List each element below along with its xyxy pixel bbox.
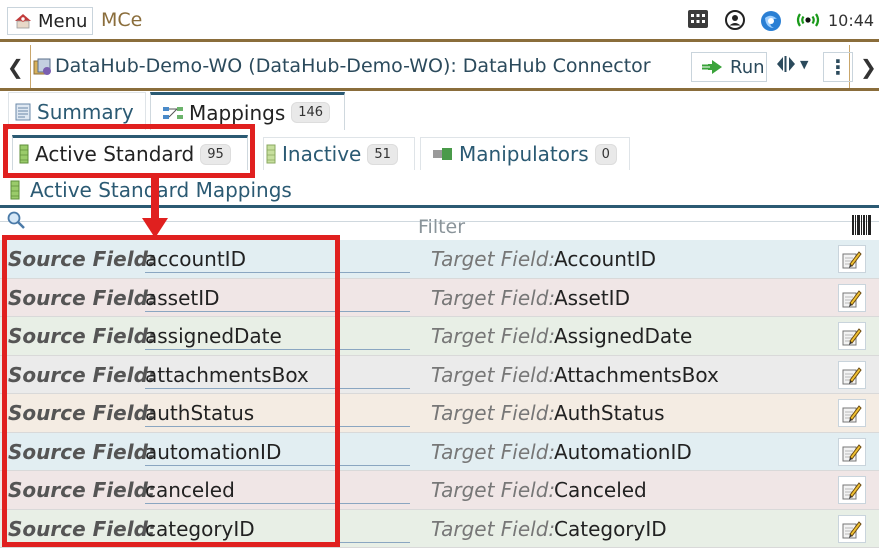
tab-summary-label: Summary xyxy=(37,99,134,124)
edit-pencil-icon xyxy=(842,328,862,346)
user-circle-icon[interactable] xyxy=(725,10,745,30)
annotation-highlight-tab xyxy=(3,124,255,178)
target-field-label: Target Field: xyxy=(431,247,556,271)
target-field-value: AssetID xyxy=(554,285,630,310)
menu-label: Menu xyxy=(38,10,88,32)
target-field-label: Target Field: xyxy=(431,401,556,425)
target-field-label: Target Field: xyxy=(431,285,556,310)
browser-icon[interactable] xyxy=(760,10,782,32)
manipulators-icon xyxy=(433,148,452,160)
tab-manipulators[interactable]: Manipulators 0 xyxy=(420,137,630,170)
edit-mapping-button[interactable] xyxy=(838,322,866,350)
search-icon[interactable] xyxy=(6,210,26,230)
target-field-label: Target Field: xyxy=(431,362,556,387)
grid-icon[interactable] xyxy=(688,10,708,28)
target-field-value: CategoryID xyxy=(554,516,667,541)
target-field-value: AssignedDate xyxy=(554,324,693,348)
annotation-highlight-source-fields xyxy=(2,235,340,547)
record-title: DataHub-Demo-WO (DataHub-Demo-WO): DataH… xyxy=(55,55,651,77)
inactive-icon xyxy=(266,144,276,164)
barcode-scan-icon[interactable] xyxy=(852,215,872,235)
mappings-icon xyxy=(163,106,183,119)
edit-mapping-button[interactable] xyxy=(838,399,866,427)
menu-button[interactable]: Menu xyxy=(7,7,93,35)
target-field-label: Target Field: xyxy=(431,478,556,502)
split-arrows-icon xyxy=(777,56,795,72)
edit-mapping-button[interactable] xyxy=(838,245,866,273)
inactive-count-badge: 51 xyxy=(367,143,398,165)
edit-pencil-icon xyxy=(842,405,862,423)
target-field-label: Target Field: xyxy=(431,439,556,464)
app-title: MCe xyxy=(101,9,143,31)
run-icon xyxy=(702,60,722,74)
back-arrow-icon[interactable]: ❮ xyxy=(7,55,24,79)
edit-pencil-icon xyxy=(842,520,862,538)
edit-mapping-button[interactable] xyxy=(838,283,866,312)
edit-mapping-button[interactable] xyxy=(838,514,866,543)
clock: 10:44 xyxy=(828,11,875,30)
edit-mapping-button[interactable] xyxy=(838,360,866,389)
edit-pencil-icon xyxy=(842,251,862,269)
tab-manipulators-label: Manipulators xyxy=(459,142,589,166)
connector-record-icon xyxy=(33,58,51,75)
tab-inactive[interactable]: Inactive 51 xyxy=(263,137,415,170)
target-field-value: AccountID xyxy=(554,247,657,271)
chevron-down-icon: ▼ xyxy=(800,57,809,71)
section-icon xyxy=(10,180,20,200)
edit-pencil-icon xyxy=(842,366,862,384)
edit-mapping-button[interactable] xyxy=(838,476,866,504)
kebab-icon: ⋮ xyxy=(828,55,848,79)
edit-mapping-button[interactable] xyxy=(838,437,866,466)
edit-pencil-icon xyxy=(842,443,862,461)
edit-pencil-icon xyxy=(842,289,862,307)
forward-arrow-icon[interactable]: ❯ xyxy=(860,55,877,79)
record-title-bar: DataHub-Demo-WO (DataHub-Demo-WO): DataH… xyxy=(30,45,853,88)
split-view-button[interactable]: ▼ xyxy=(776,55,808,73)
target-field-value: AutomationID xyxy=(554,439,692,464)
run-label: Run xyxy=(730,56,765,78)
target-field-value: AttachmentsBox xyxy=(554,362,719,387)
top-bar: Menu MCe 10:44 xyxy=(0,0,879,42)
target-field-value: Canceled xyxy=(554,478,647,502)
record-header: ❮ DataHub-Demo-WO (DataHub-Demo-WO): Dat… xyxy=(0,45,879,91)
tab-inactive-label: Inactive xyxy=(282,142,362,166)
target-field-value: AuthStatus xyxy=(554,401,665,425)
filter-input[interactable]: Filter xyxy=(418,216,465,238)
target-field-label: Target Field: xyxy=(431,324,556,348)
edit-pencil-icon xyxy=(842,482,862,500)
run-button[interactable]: Run xyxy=(691,52,767,82)
menu-app-icon xyxy=(15,14,31,29)
summary-icon xyxy=(15,103,31,120)
mappings-count-badge: 146 xyxy=(291,102,331,123)
filter-row: Filter xyxy=(0,208,879,238)
tab-mappings-label: Mappings xyxy=(189,100,286,125)
target-field-label: Target Field: xyxy=(431,516,556,541)
wifi-signal-icon[interactable] xyxy=(796,10,820,30)
more-options-button[interactable]: ⋮ xyxy=(823,52,853,82)
annotation-arrow-icon xyxy=(142,178,168,238)
manipulators-count-badge: 0 xyxy=(594,143,617,165)
